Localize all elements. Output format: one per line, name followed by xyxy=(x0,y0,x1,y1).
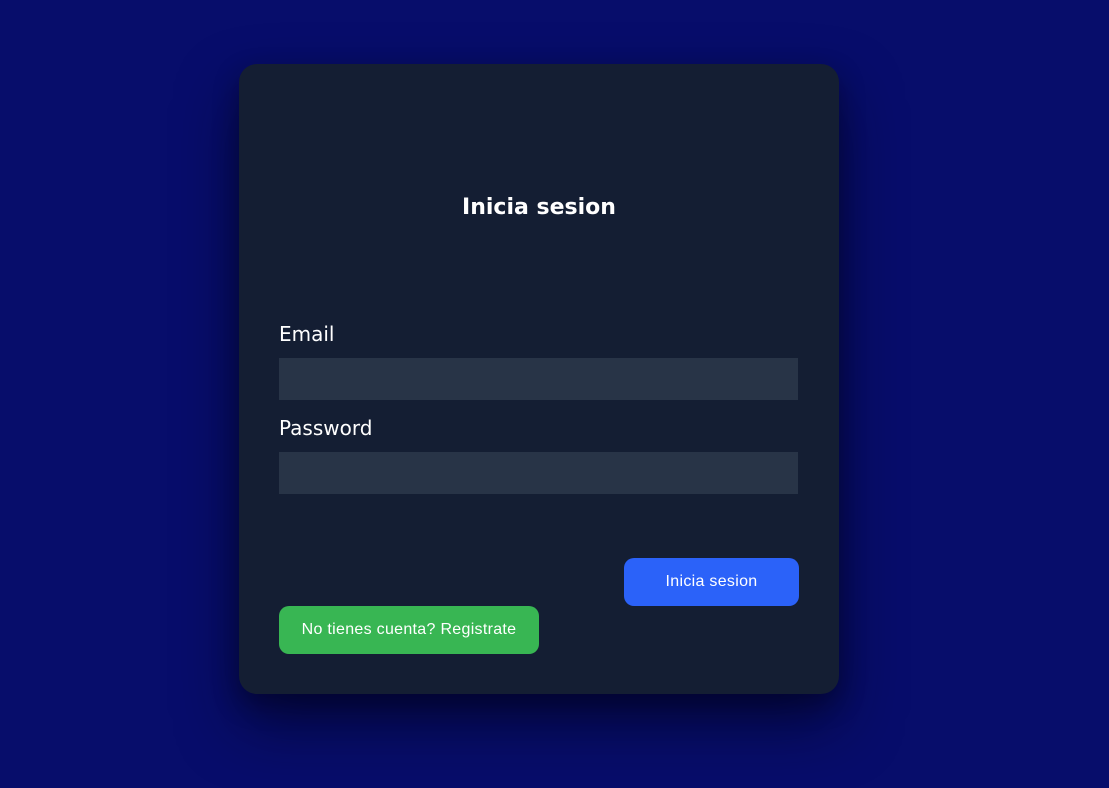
email-label: Email xyxy=(279,322,335,346)
login-card: Inicia sesion Email Password Inicia sesi… xyxy=(239,64,839,694)
password-field[interactable] xyxy=(279,452,798,494)
login-button[interactable]: Inicia sesion xyxy=(624,558,799,606)
password-label: Password xyxy=(279,416,373,440)
email-field[interactable] xyxy=(279,358,798,400)
page-title: Inicia sesion xyxy=(462,195,616,220)
register-button[interactable]: No tienes cuenta? Registrate xyxy=(279,606,539,654)
